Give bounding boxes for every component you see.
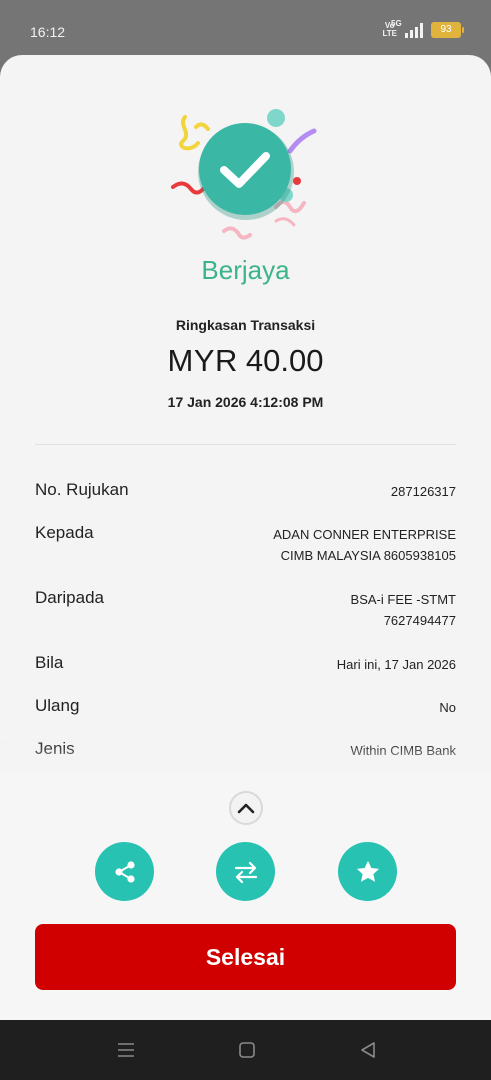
bubble — [267, 109, 285, 127]
detail-label: Ulang — [35, 696, 80, 715]
summary-label: Ringkasan Transaksi — [175, 317, 316, 333]
share-icon — [114, 860, 135, 883]
detail-value: No — [439, 700, 456, 715]
status-icons: Vo LTE 5G 93 — [382, 19, 464, 38]
detail-label: Kepada — [35, 523, 94, 542]
done-button[interactable]: Selesai — [35, 924, 456, 990]
detail-value-line1: BSA-i FEE -STMT — [350, 592, 456, 607]
status-title: Berjaya — [201, 255, 290, 285]
star-icon — [356, 860, 379, 882]
back-triangle-icon[interactable] — [358, 1040, 378, 1060]
detail-value: 287126317 — [390, 484, 456, 499]
confetti-yellow — [179, 115, 200, 151]
detail-row-reference: No. Rujukan 287126317 — [35, 480, 456, 502]
home-square-icon[interactable] — [237, 1040, 257, 1060]
signal-icon: 5G — [391, 19, 423, 38]
detail-value: BSA-i FEE -STMT 7627494477 — [351, 589, 456, 631]
check-circle-icon — [199, 123, 291, 215]
detail-row-repeat: Ulang No — [35, 696, 456, 718]
transaction-datetime: 17 Jan 2026 4:12:08 PM — [167, 394, 324, 410]
detail-label: Bila — [35, 653, 64, 672]
transaction-result-sheet: Berjaya Ringkasan Transaksi MYR 40.00 17 … — [0, 55, 491, 1020]
detail-value: Within CIMB Bank — [350, 743, 456, 758]
divider — [35, 444, 456, 445]
repeat-transfer-button[interactable] — [216, 842, 275, 901]
success-illustration — [171, 109, 317, 240]
detail-value: Hari ini, 17 Jan 2026 — [336, 657, 456, 672]
navigation-bar — [0, 1020, 491, 1080]
share-button[interactable] — [95, 842, 154, 901]
network-label: 5G — [391, 19, 402, 28]
detail-label: Daripada — [35, 588, 104, 607]
detail-value: ADAN CONNER ENTERPRISE CIMB MALAYSIA 860… — [273, 524, 456, 566]
detail-value-line2: CIMB MALAYSIA 8605938105 — [280, 548, 456, 563]
amount: MYR 40.00 — [0, 343, 491, 379]
status-bar: 16:12 Vo LTE 5G 93 — [0, 0, 491, 60]
detail-value-line2: 7627494477 — [383, 613, 456, 628]
detail-label: Jenis — [35, 739, 75, 758]
detail-row-when: Bila Hari ini, 17 Jan 2026 — [35, 653, 456, 675]
battery-icon: 93 — [431, 22, 464, 38]
status-time: 16:12 — [30, 24, 66, 40]
confetti-purple — [287, 128, 317, 154]
action-panel: Selesai — [0, 773, 491, 1020]
menu-icon[interactable] — [116, 1040, 136, 1060]
detail-row-type: Jenis Within CIMB Bank — [35, 739, 456, 761]
favourite-button[interactable] — [338, 842, 397, 901]
detail-row-to: Kepada ADAN CONNER ENTERPRISE CIMB MALAY… — [35, 523, 456, 566]
detail-value-line1: ADAN CONNER ENTERPRISE — [273, 527, 456, 542]
collapse-button[interactable] — [229, 791, 263, 825]
transfer-icon — [234, 861, 257, 883]
detail-label: No. Rujukan — [35, 480, 129, 499]
chevron-up-icon — [237, 803, 255, 814]
amount-value: 40.00 — [245, 343, 324, 378]
detail-row-from: Daripada BSA-i FEE -STMT 7627494477 — [35, 588, 456, 631]
currency: MYR — [167, 343, 238, 378]
